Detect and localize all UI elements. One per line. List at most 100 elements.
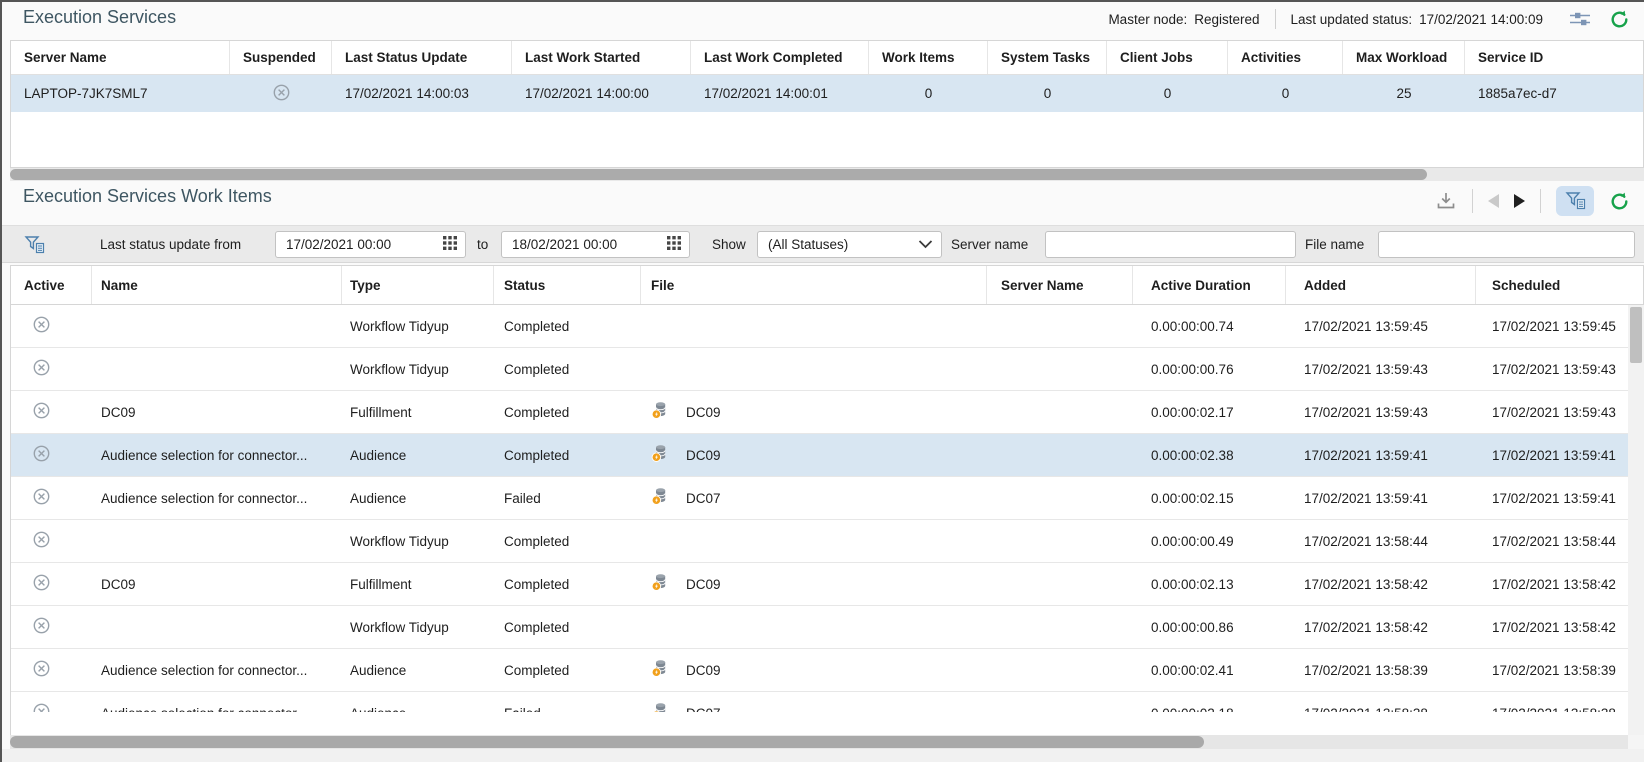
- table-row[interactable]: Audience selection for connector... Audi…: [11, 649, 1644, 692]
- column-header-max-workload[interactable]: Max Workload: [1343, 41, 1465, 74]
- file-name: DC07: [686, 706, 721, 713]
- master-node-value: Registered: [1194, 12, 1259, 27]
- file-name-input[interactable]: [1378, 231, 1635, 258]
- sliders-icon[interactable]: [1569, 10, 1591, 28]
- name-cell: DC09: [92, 563, 342, 605]
- active-duration-cell: 0.00:00:00.74: [1133, 305, 1286, 347]
- table-row[interactable]: DC09 Fulfillment Completed DC09 0.00:00:…: [11, 563, 1644, 606]
- name-cell: Audience selection for connector...: [92, 649, 342, 691]
- circle-x-icon: [33, 531, 50, 551]
- status-select[interactable]: (All Statuses): [757, 231, 942, 258]
- column-header-type[interactable]: Type: [342, 266, 494, 304]
- column-header-file[interactable]: File: [641, 266, 987, 304]
- table-row[interactable]: Workflow Tidyup Completed 0.00:00:00.86 …: [11, 606, 1644, 649]
- date-from-input[interactable]: 17/02/2021 00:00: [275, 231, 466, 258]
- added-cell: 17/02/2021 13:59:43: [1286, 391, 1476, 433]
- calendar-grid-icon[interactable]: [443, 236, 457, 253]
- section-title: Execution Services Work Items: [23, 186, 272, 207]
- file-cell: DC07: [641, 692, 987, 712]
- added-cell: 17/02/2021 13:58:44: [1286, 520, 1476, 562]
- scheduled-cell: 17/02/2021 13:59:41: [1476, 477, 1644, 519]
- server-name-input[interactable]: [1045, 231, 1296, 258]
- right-arrow-icon[interactable]: [1514, 194, 1525, 208]
- scrollbar-thumb[interactable]: [1630, 307, 1642, 363]
- scheduled-cell: 17/02/2021 13:58:39: [1476, 649, 1644, 691]
- left-arrow-icon[interactable]: [1488, 194, 1499, 208]
- active-duration-cell: 0.00:00:02.38: [1133, 434, 1286, 476]
- column-header-last-status-update[interactable]: Last Status Update: [332, 41, 512, 74]
- circle-x-icon: [33, 703, 50, 712]
- status-bar: Master node: Registered Last updated sta…: [1108, 0, 1630, 38]
- scrollbar-thumb[interactable]: [10, 169, 1427, 180]
- table-row[interactable]: Workflow Tidyup Completed 0.00:00:00.74 …: [11, 305, 1644, 348]
- date-from-label: Last status update from: [100, 226, 241, 262]
- column-header-last-work-completed[interactable]: Last Work Completed: [691, 41, 869, 74]
- table-row[interactable]: Audience selection for connector... Audi…: [11, 434, 1644, 477]
- work-items-rows: Workflow Tidyup Completed 0.00:00:00.74 …: [11, 305, 1644, 712]
- column-header-last-work-started[interactable]: Last Work Started: [512, 41, 691, 74]
- status-cell: Completed: [494, 606, 641, 648]
- download-icon[interactable]: [1435, 191, 1457, 211]
- type-cell: Workflow Tidyup: [342, 520, 494, 562]
- column-header-active[interactable]: Active: [11, 266, 92, 304]
- column-header-service-id[interactable]: Service ID: [1465, 41, 1643, 74]
- active-duration-cell: 0.00:00:02.41: [1133, 649, 1286, 691]
- file-cell: DC07: [641, 477, 987, 519]
- column-header-scheduled[interactable]: Scheduled: [1476, 266, 1643, 304]
- calendar-grid-icon[interactable]: [667, 236, 681, 253]
- active-cell: [11, 649, 92, 691]
- status-cell: Completed: [494, 434, 641, 476]
- name-cell: [92, 348, 342, 390]
- filter-toggle-button[interactable]: [1556, 186, 1594, 216]
- column-header-system-tasks[interactable]: System Tasks: [988, 41, 1107, 74]
- column-header-server-name[interactable]: Server Name: [11, 41, 230, 74]
- column-header-name[interactable]: Name: [92, 266, 342, 304]
- added-cell: 17/02/2021 13:59:45: [1286, 305, 1476, 347]
- column-header-work-items[interactable]: Work Items: [869, 41, 988, 74]
- scheduled-cell: 17/02/2021 13:58:44: [1476, 520, 1644, 562]
- date-to-value: 18/02/2021 00:00: [512, 237, 617, 252]
- column-header-active-duration[interactable]: Active Duration: [1133, 266, 1286, 304]
- scrollbar-thumb[interactable]: [10, 736, 1204, 748]
- page-title: Execution Services: [23, 7, 176, 28]
- work-items-horizontal-scrollbar[interactable]: [10, 735, 1644, 749]
- server-name-cell: [987, 563, 1133, 605]
- table-row[interactable]: Workflow Tidyup Completed 0.00:00:00.76 …: [11, 348, 1644, 391]
- circle-x-icon: [273, 84, 290, 104]
- column-header-suspended[interactable]: Suspended: [230, 41, 332, 74]
- refresh-icon[interactable]: [1609, 9, 1630, 30]
- active-duration-cell: 0.00:00:02.18: [1133, 692, 1286, 712]
- column-header-added[interactable]: Added: [1286, 266, 1476, 304]
- server-name-cell: [987, 434, 1133, 476]
- file-cell: [641, 348, 987, 390]
- table-row[interactable]: LAPTOP-7JK7SML7 17/02/2021 14:00:03 17/0…: [11, 75, 1643, 112]
- file-name: DC09: [686, 405, 721, 420]
- column-header-activities[interactable]: Activities: [1228, 41, 1343, 74]
- circle-x-icon: [33, 488, 50, 508]
- added-cell: 17/02/2021 13:59:41: [1286, 434, 1476, 476]
- server-name-cell: [987, 477, 1133, 519]
- file-cell: DC09: [641, 391, 987, 433]
- table-row[interactable]: Workflow Tidyup Completed 0.00:00:00.49 …: [11, 520, 1644, 563]
- database-icon: [651, 444, 670, 466]
- top-table-horizontal-scrollbar[interactable]: [10, 168, 1644, 181]
- window-border-top: [0, 0, 1644, 2]
- service-id-cell: 1885a7ec-d7: [1465, 75, 1643, 112]
- column-header-client-jobs[interactable]: Client Jobs: [1107, 41, 1228, 74]
- column-header-server-name[interactable]: Server Name: [987, 266, 1133, 304]
- show-label: Show: [712, 226, 746, 262]
- active-cell: [11, 606, 92, 648]
- refresh-icon[interactable]: [1609, 191, 1630, 212]
- server-name-cell: [987, 649, 1133, 691]
- circle-x-icon: [33, 617, 50, 637]
- table-row[interactable]: Audience selection for connector... Audi…: [11, 692, 1644, 712]
- column-header-status[interactable]: Status: [494, 266, 641, 304]
- last-work-started-cell: 17/02/2021 14:00:00: [512, 75, 691, 112]
- scheduled-cell: 17/02/2021 13:59:43: [1476, 391, 1644, 433]
- date-to-input[interactable]: 18/02/2021 00:00: [501, 231, 690, 258]
- work-items-vertical-scrollbar[interactable]: [1628, 305, 1644, 735]
- table-row[interactable]: DC09 Fulfillment Completed DC09 0.00:00:…: [11, 391, 1644, 434]
- table-row[interactable]: Audience selection for connector... Audi…: [11, 477, 1644, 520]
- last-status-update-cell: 17/02/2021 14:00:03: [332, 75, 512, 112]
- active-duration-cell: 0.00:00:00.86: [1133, 606, 1286, 648]
